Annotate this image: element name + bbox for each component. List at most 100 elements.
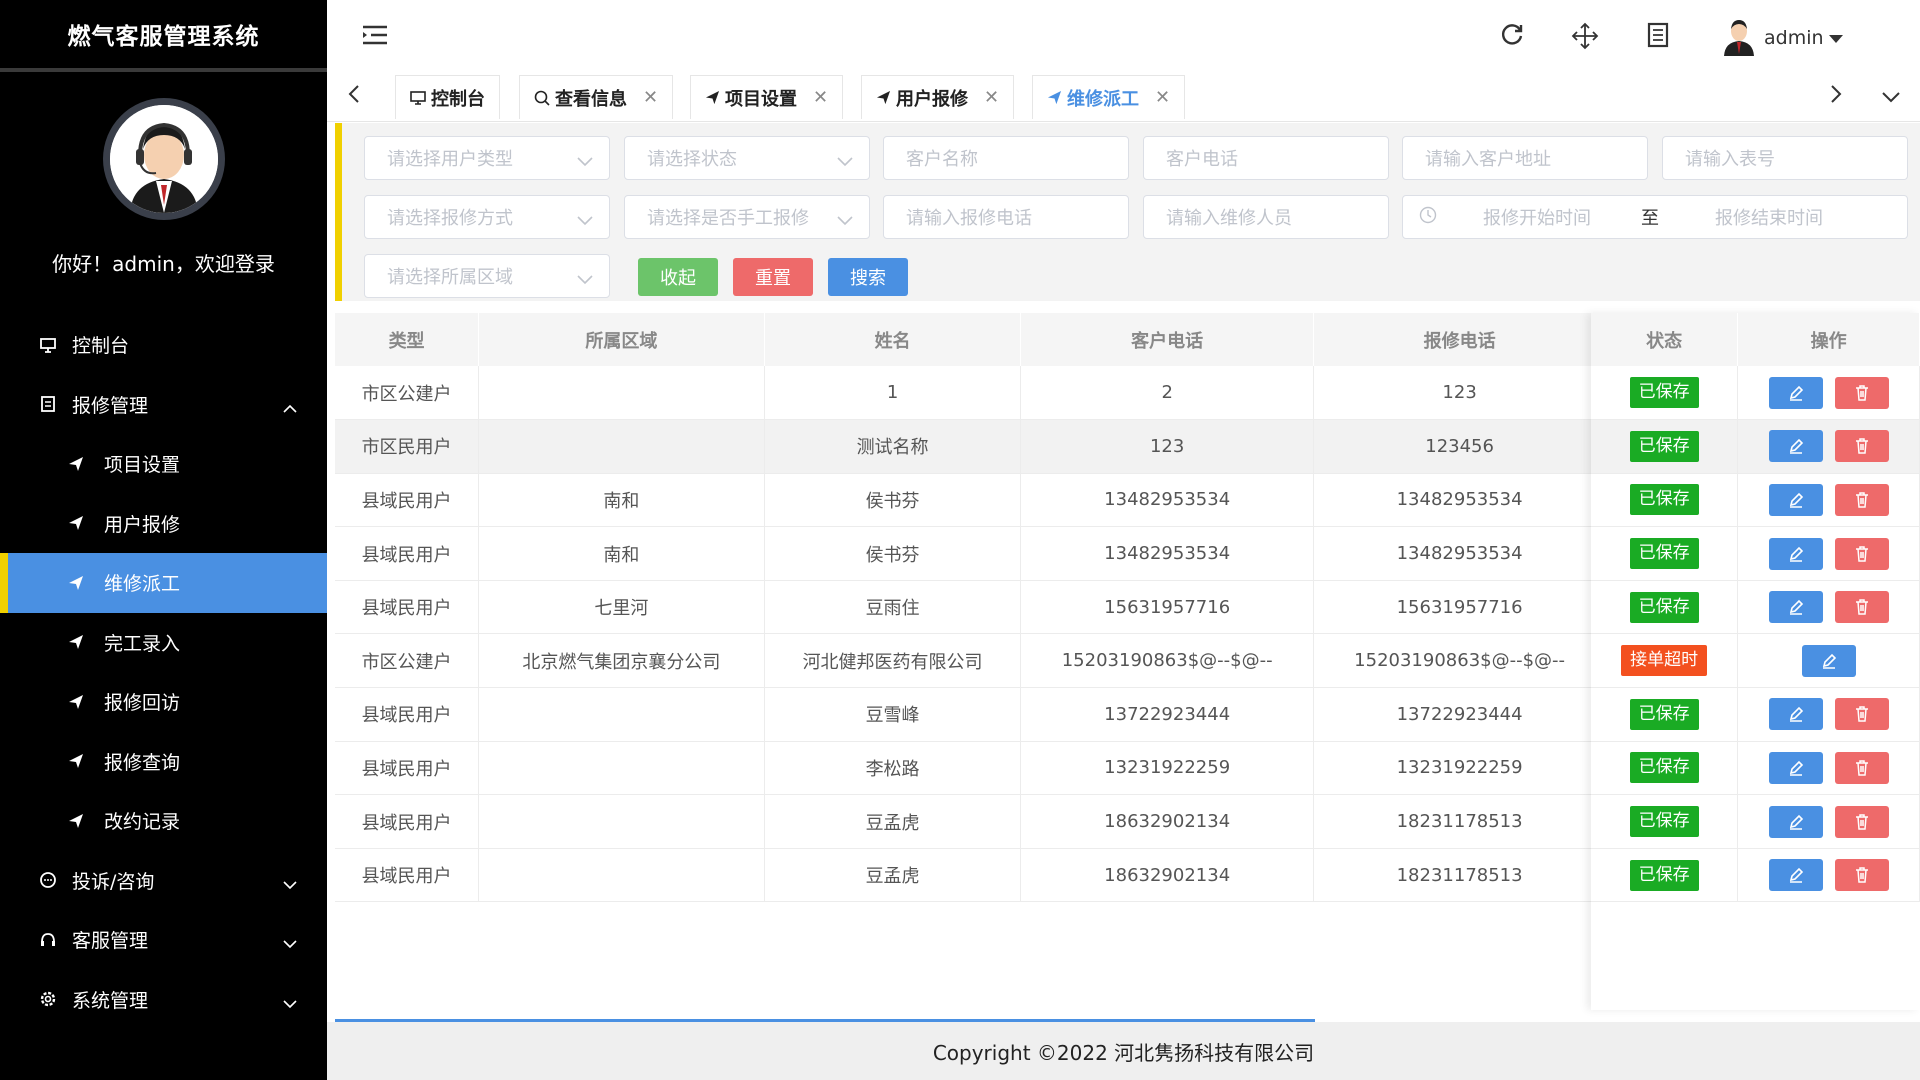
edit-button[interactable] [1768,537,1823,570]
table-row[interactable]: 已保存 [1591,473,1920,528]
table-row[interactable]: 已保存 [1591,741,1920,796]
tab-user-repair[interactable]: 用户报修 ✕ [861,75,1015,119]
edit-button[interactable] [1768,430,1823,463]
close-icon[interactable]: ✕ [984,87,999,108]
tab-dashboard[interactable]: 控制台 [395,75,500,119]
search-button[interactable]: 搜索 [828,258,908,296]
notes-icon[interactable] [1647,22,1669,52]
sidebar-item-user-repair[interactable]: 用户报修 [0,494,327,554]
table-cell: 15203190863$@--$@-- [1020,633,1314,689]
edit-button[interactable] [1768,483,1823,516]
reset-button[interactable]: 重置 [733,258,813,296]
table-row[interactable]: 已保存 [1591,848,1920,903]
chevron-down-icon [283,992,297,1014]
tabs-scroll-right-icon[interactable] [1829,84,1843,108]
repair-phone-input[interactable]: 请输入报修电话 [883,195,1129,239]
edit-button[interactable] [1768,859,1823,892]
customer-phone-input[interactable]: 客户电话 [1143,136,1389,180]
column-header[interactable]: 姓名 [764,313,1022,366]
delete-button[interactable] [1834,483,1889,516]
menu-toggle-icon[interactable] [362,24,388,50]
close-icon[interactable]: ✕ [1155,87,1170,108]
tab-project-settings[interactable]: 项目设置 ✕ [690,75,844,119]
welcome-text: 你好！admin，欢迎登录 [52,252,275,276]
send-icon [66,751,86,771]
status-badge: 已保存 [1629,430,1699,462]
chevron-down-icon [283,873,297,895]
table-cell: 侯书芬 [764,526,1022,581]
delete-button[interactable] [1834,591,1889,624]
tabs-dropdown-icon[interactable] [1881,88,1901,107]
sidebar-item-repair-followup[interactable]: 报修回访 [0,672,327,732]
fullscreen-icon[interactable] [1571,22,1599,54]
table-row[interactable]: 已保存 [1591,419,1920,474]
sidebar-item-dashboard[interactable]: 控制台 [0,315,327,375]
column-header[interactable]: 状态 [1591,313,1739,366]
tab-view-info[interactable]: 查看信息 ✕ [519,75,674,119]
table-row[interactable]: 已保存 [1591,366,1920,421]
column-header[interactable]: 类型 [335,313,480,366]
region-select[interactable]: 请选择所属区域 [364,254,610,298]
column-header[interactable]: 报修电话 [1313,313,1607,366]
sidebar-item-label: 维修派工 [104,573,181,596]
delete-button[interactable] [1834,751,1889,784]
sidebar-item-complaints[interactable]: 投诉/咨询 [0,851,327,911]
customer-name-input[interactable]: 客户名称 [883,136,1129,180]
collapse-button[interactable]: 收起 [638,258,718,296]
sidebar-item-label: 用户报修 [104,513,181,536]
edit-button[interactable] [1801,644,1856,677]
sidebar-item-reschedule-records[interactable]: 改约记录 [0,791,327,851]
delete-button[interactable] [1834,859,1889,892]
table-cell: 123 [1313,366,1607,421]
filter-panel: 请选择用户类型 请选择状态 客户名称 客户电话 请输入客户地址 请输入表号 请选… [335,123,1920,301]
table-cell: 测试名称 [764,419,1022,474]
table-row[interactable]: 已保存 [1591,794,1920,849]
close-icon[interactable]: ✕ [813,87,828,108]
table-row[interactable]: 已保存 [1591,580,1920,635]
repair-person-input[interactable]: 请输入维修人员 [1143,195,1389,239]
send-icon [66,513,86,533]
repair-method-select[interactable]: 请选择报修方式 [364,195,610,239]
delete-button[interactable] [1834,376,1889,409]
edit-button[interactable] [1768,376,1823,409]
column-header[interactable]: 所属区域 [478,313,765,366]
delete-button[interactable] [1834,430,1889,463]
edit-button[interactable] [1768,805,1823,838]
edit-button[interactable] [1768,751,1823,784]
status-badge: 接单超时 [1621,645,1708,677]
delete-button[interactable] [1834,805,1889,838]
status-select[interactable]: 请选择状态 [624,136,870,180]
column-header[interactable]: 客户电话 [1020,313,1314,366]
manual-repair-select[interactable]: 请选择是否手工报修 [624,195,870,239]
sidebar-item-project-settings[interactable]: 项目设置 [0,434,327,494]
edit-button[interactable] [1768,698,1823,731]
delete-button[interactable] [1834,698,1889,731]
sidebar-item-dispatch[interactable]: 维修派工 [0,553,327,613]
sidebar-item-completion-entry[interactable]: 完工录入 [0,613,327,673]
tabs-scroll-left-icon[interactable] [347,84,361,108]
repair-date-range[interactable]: 报修开始时间 至 报修结束时间 [1402,195,1908,239]
tab-dispatch[interactable]: 维修派工 ✕ [1032,75,1186,119]
edit-button[interactable] [1768,591,1823,624]
meter-number-input[interactable]: 请输入表号 [1662,136,1908,180]
refresh-icon[interactable] [1499,22,1525,52]
table-row[interactable]: 已保存 [1591,526,1920,581]
table-row[interactable]: 接单超时 [1591,633,1920,689]
sidebar-item-system-management[interactable]: 系统管理 [0,970,327,1030]
user-type-select[interactable]: 请选择用户类型 [364,136,610,180]
sidebar-item-label: 报修查询 [104,751,181,774]
chevron-down-icon [283,932,297,954]
select-placeholder: 请选择用户类型 [387,149,513,170]
customer-address-input[interactable]: 请输入客户地址 [1402,136,1648,180]
delete-button[interactable] [1834,537,1889,570]
user-menu[interactable]: admin [1722,16,1844,60]
table-cell [478,419,765,474]
table-cell: 侯书芬 [764,473,1022,528]
tab-label: 维修派工 [1067,88,1139,110]
table-row[interactable]: 已保存 [1591,687,1920,742]
close-icon[interactable]: ✕ [643,87,658,108]
table-cell: 13231922259 [1313,741,1607,796]
sidebar-item-repair-query[interactable]: 报修查询 [0,732,327,792]
sidebar-item-repair-management[interactable]: 报修管理 [0,375,327,435]
sidebar-item-customer-service[interactable]: 客服管理 [0,910,327,970]
